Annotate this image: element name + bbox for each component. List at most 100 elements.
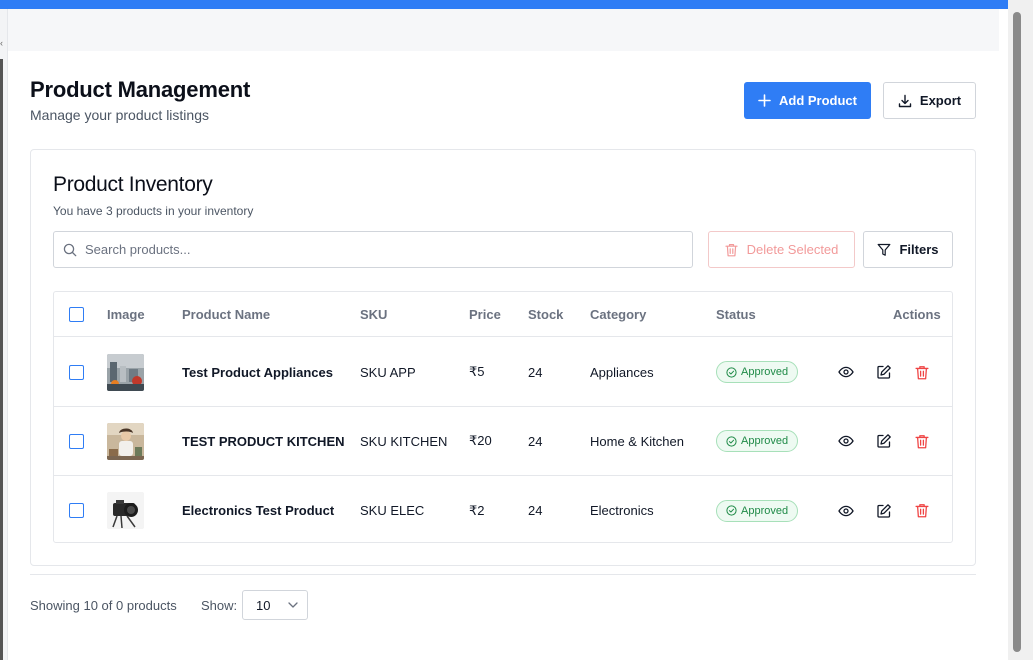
page-subtitle: Manage your product listings (30, 107, 209, 123)
product-price: ₹5 (469, 364, 485, 379)
status-label: Approved (741, 366, 789, 378)
view-action-cell (837, 476, 855, 545)
edit-icon[interactable] (875, 502, 893, 520)
trash-icon[interactable] (913, 502, 931, 520)
add-product-label: Add Product (779, 93, 857, 108)
column-header-sku[interactable]: SKU (360, 292, 387, 336)
page-size-value: 10 (256, 597, 271, 613)
status-badge: Approved (716, 499, 799, 522)
row-select-cell (69, 476, 84, 545)
edit-action-cell (875, 476, 893, 545)
inventory-subtitle: You have 3 products in your inventory (53, 204, 254, 218)
delete-action-cell (913, 476, 931, 545)
search-input[interactable] (85, 242, 675, 257)
status-badge: Approved (716, 430, 799, 452)
export-button[interactable]: Export (883, 82, 976, 119)
edit-action-cell (875, 407, 893, 475)
product-stock: 24 (528, 503, 543, 518)
header-band (8, 9, 999, 51)
column-header-category[interactable]: Category (590, 292, 646, 336)
product-image-cell (107, 476, 144, 545)
status-badge: Approved (716, 361, 799, 383)
product-sku: SKU APP (360, 364, 416, 380)
eye-icon[interactable] (837, 502, 855, 520)
check-circle-icon (726, 435, 737, 447)
column-header-image[interactable]: Image (107, 292, 145, 336)
delete-action-cell (913, 407, 931, 475)
page-title: Product Management (30, 77, 251, 102)
collapse-caret-icon[interactable]: ‹ (0, 39, 3, 48)
filters-label: Filters (899, 242, 939, 257)
row-select-cell (69, 407, 84, 475)
search-field[interactable] (53, 231, 693, 268)
product-price: ₹20 (469, 433, 492, 448)
product-stock: 24 (528, 433, 543, 449)
product-stock: 24 (528, 364, 543, 380)
table-row[interactable]: TEST PRODUCT KITCHEN SKU KITCHEN ₹20 24 … (54, 407, 952, 476)
product-thumbnail[interactable] (107, 353, 144, 391)
product-name[interactable]: TEST PRODUCT KITCHEN (182, 407, 345, 475)
inventory-card: Product Inventory You have 3 products in… (30, 149, 976, 566)
filter-icon (878, 243, 891, 256)
product-name[interactable]: Test Product Appliances (182, 338, 333, 406)
edit-icon[interactable] (875, 363, 893, 381)
row-select-cell (69, 338, 84, 406)
column-header-status[interactable]: Status (716, 292, 756, 336)
view-action-cell (837, 338, 855, 406)
scrollbar-thumb[interactable] (1013, 12, 1021, 652)
inventory-title: Product Inventory (53, 173, 213, 196)
plus-icon (758, 94, 771, 107)
product-image-cell (107, 407, 144, 475)
table-row[interactable]: Electronics Test Product SKU ELEC ₹2 24 … (54, 476, 952, 545)
export-label: Export (919, 93, 962, 108)
pagination-summary: Showing 10 of 0 products (30, 598, 177, 613)
view-action-cell (837, 407, 855, 475)
row-checkbox[interactable] (69, 364, 84, 380)
trash-icon[interactable] (913, 363, 931, 381)
product-category: Home & Kitchen (590, 433, 684, 449)
status-cell: Approved (716, 407, 799, 475)
add-product-button[interactable]: Add Product (744, 82, 871, 119)
product-category: Electronics (590, 503, 654, 518)
footer-divider (30, 574, 976, 575)
chevron-down-icon (288, 602, 299, 608)
row-checkbox[interactable] (69, 503, 84, 518)
product-thumbnail[interactable] (107, 492, 144, 529)
status-label: Approved (741, 504, 789, 517)
status-label: Approved (741, 435, 789, 447)
product-name[interactable]: Electronics Test Product (182, 476, 334, 545)
table-header-row: Image Product Name SKU Price Stock Categ… (54, 292, 952, 337)
select-all-checkbox[interactable] (69, 306, 84, 322)
status-cell: Approved (716, 338, 799, 406)
product-thumbnail[interactable] (107, 422, 144, 460)
left-panel-edge: ‹ (0, 9, 8, 660)
row-checkbox[interactable] (69, 433, 84, 449)
product-sku: SKU KITCHEN (360, 433, 448, 449)
column-header-stock[interactable]: Stock (528, 292, 563, 336)
status-cell: Approved (716, 476, 799, 545)
select-all-cell (69, 292, 84, 336)
column-header-product-name[interactable]: Product Name (182, 292, 270, 336)
top-accent-bar (0, 0, 1008, 9)
left-panel-border (0, 59, 3, 660)
product-price: ₹2 (469, 502, 485, 518)
trash-icon[interactable] (913, 432, 931, 450)
eye-icon[interactable] (837, 363, 855, 381)
search-icon (63, 243, 77, 256)
product-image-cell (107, 338, 144, 406)
products-table: Image Product Name SKU Price Stock Categ… (53, 291, 953, 543)
column-header-price[interactable]: Price (469, 292, 501, 336)
page-size-select[interactable]: 10 (242, 590, 308, 620)
product-category: Appliances (590, 364, 654, 380)
check-circle-icon (726, 366, 737, 378)
check-circle-icon (726, 505, 737, 516)
table-row[interactable]: Test Product Appliances SKU APP ₹5 24 Ap… (54, 338, 952, 407)
delete-selected-label: Delete Selected (746, 242, 839, 257)
trash-icon (725, 243, 738, 256)
delete-selected-button[interactable]: Delete Selected (708, 231, 855, 268)
edit-icon[interactable] (875, 432, 893, 450)
edit-action-cell (875, 338, 893, 406)
filters-button[interactable]: Filters (863, 231, 953, 268)
download-icon (898, 94, 912, 107)
eye-icon[interactable] (837, 432, 855, 450)
